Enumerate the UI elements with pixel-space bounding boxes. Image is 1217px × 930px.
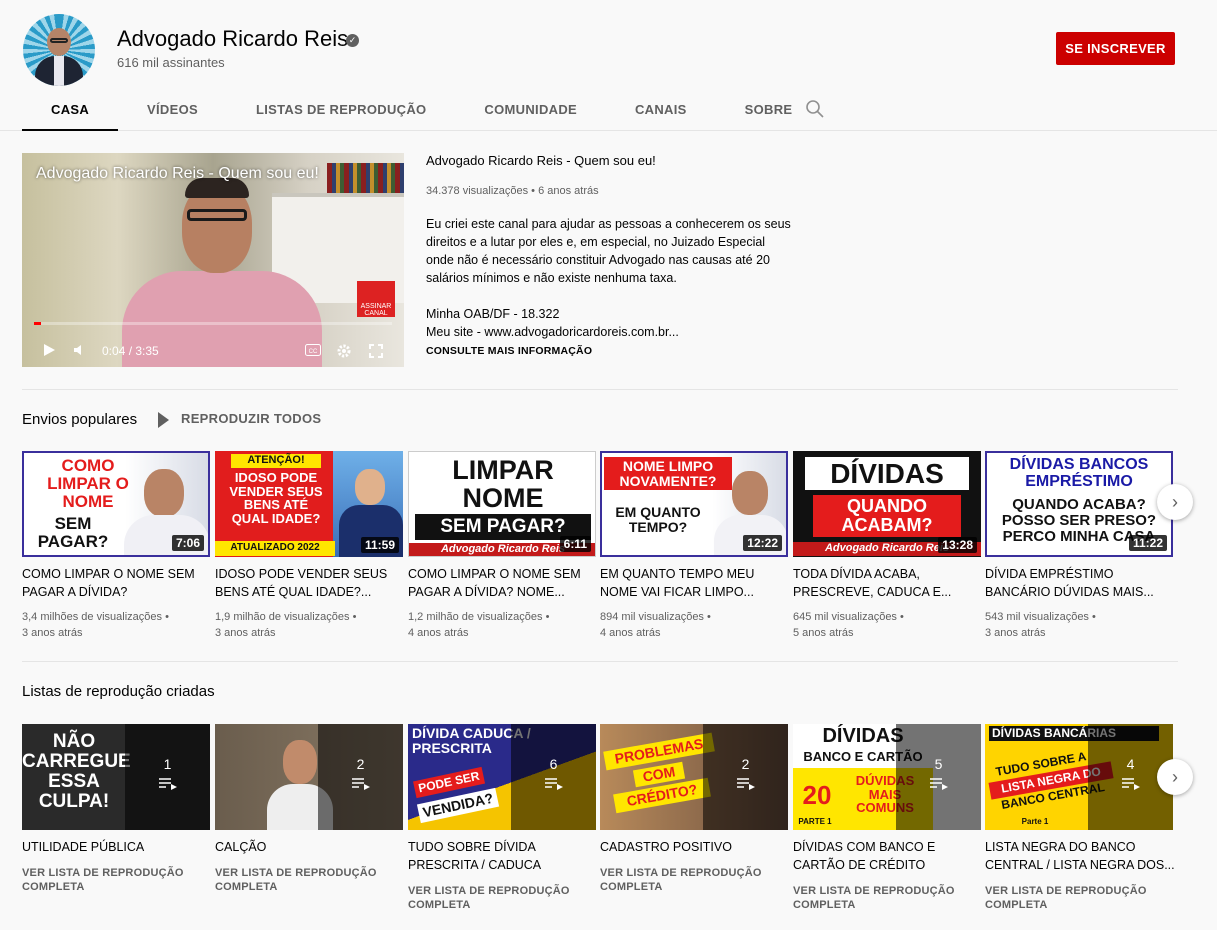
playlist-thumbnail[interactable]: DÍVIDAS BANCÁRIAS TUDO SOBRE A LISTA NEG…	[985, 724, 1173, 830]
fullscreen-icon[interactable]	[369, 344, 383, 358]
video-meta: 543 mil visualizações • 3 anos atrás	[985, 611, 1096, 639]
playlist-title[interactable]: DÍVIDAS COM BANCO E CARTÃO DE CRÉDITO	[793, 838, 983, 874]
view-full-playlist-link[interactable]: VER LISTA DE REPRODUÇÃO COMPLETA	[793, 884, 973, 912]
section-divider	[22, 389, 1178, 390]
tab-playlists[interactable]: LISTAS DE REPRODUÇÃO	[227, 88, 455, 131]
video-thumbnail[interactable]: NOME LIMPO NOVAMENTE? EM QUANTO TEMPO? 12:…	[600, 451, 788, 557]
settings-icon[interactable]	[336, 343, 352, 359]
featured-description-text: Eu criei este canal para ajudar as pesso…	[426, 217, 791, 339]
video-title[interactable]: COMO LIMPAR O NOME SEM PAGAR A DÍVIDA?	[22, 565, 202, 601]
playlist-icon	[737, 778, 755, 790]
playlist-overlay: 6	[511, 724, 596, 830]
carousel-next-button[interactable]: ›	[1157, 759, 1193, 795]
channel-avatar[interactable]	[23, 14, 95, 86]
video-thumbnail[interactable]: LIMPAR NOME SEM PAGAR? Advogado Ricardo R…	[408, 451, 596, 557]
captions-icon[interactable]: CC	[305, 344, 321, 356]
video-duration: 11:22	[1128, 535, 1167, 551]
playlist-icon	[159, 778, 177, 790]
video-meta: 645 mil visualizações • 5 anos atrás	[793, 611, 904, 639]
player-controls: 0:04 / 3:35 CC	[22, 335, 404, 367]
video-duration: 6:11	[559, 536, 591, 552]
video-meta: 894 mil visualizações • 4 anos atrás	[600, 611, 711, 639]
volume-icon[interactable]	[73, 344, 87, 356]
video-thumbnail[interactable]: DÍVIDAS QUANDO ACABAM? Advogado Ricardo R…	[793, 451, 981, 557]
video-thumbnail[interactable]: ATENÇÃO! IDOSO PODE VENDER SEUS BENS ATÉ QU…	[215, 451, 403, 557]
playlist-icon	[1122, 778, 1140, 790]
playlist-overlay: 2	[318, 724, 403, 830]
playlist-overlay: 1	[125, 724, 210, 830]
tab-canais[interactable]: CANAIS	[606, 88, 716, 131]
view-full-playlist-link[interactable]: VER LISTA DE REPRODUÇÃO COMPLETA	[600, 866, 780, 894]
view-full-playlist-link[interactable]: VER LISTA DE REPRODUÇÃO COMPLETA	[408, 884, 588, 912]
video-title[interactable]: IDOSO PODE VENDER SEUS BENS ATÉ QUAL IDA…	[215, 565, 395, 601]
video-meta: 3,4 milhões de visualizações • 3 anos atr…	[22, 611, 169, 639]
video-title[interactable]: DÍVIDA EMPRÉSTIMO BANCÁRIO DÚVIDAS MAIS.…	[985, 565, 1165, 601]
search-icon[interactable]	[805, 99, 825, 119]
playlist-overlay: 2	[703, 724, 788, 830]
popular-section-title[interactable]: Envios populares	[22, 411, 137, 428]
subscriber-count: 616 mil assinantes	[117, 55, 225, 70]
more-info-link[interactable]: CONSULTE MAIS INFORMAÇÃO	[426, 345, 592, 357]
playlist-thumbnail[interactable]: PROBLEMAS COM CRÉDITO? 2	[600, 724, 788, 830]
player-title[interactable]: Advogado Ricardo Reis - Quem sou eu!	[36, 165, 319, 183]
tab-casa[interactable]: CASA	[22, 88, 119, 131]
view-full-playlist-link[interactable]: VER LISTA DE REPRODUÇÃO COMPLETA	[22, 866, 202, 894]
video-meta: 1,2 milhão de visualizações • 4 anos atrá…	[408, 611, 550, 639]
channel-name[interactable]: Advogado Ricardo Reis	[117, 26, 348, 52]
time-display: 0:04 / 3:35	[102, 344, 159, 358]
playlist-title[interactable]: LISTA NEGRA DO BANCO CENTRAL / LISTA NEG…	[985, 838, 1175, 874]
svg-text:CC: CC	[309, 349, 318, 355]
playlist-title[interactable]: CALÇÃO	[215, 838, 405, 856]
progress-fill	[34, 322, 42, 325]
playlist-icon	[352, 778, 370, 790]
playlist-thumbnail[interactable]: 2	[215, 724, 403, 830]
video-thumbnail[interactable]: COMO LIMPAR O NOME SEM PAGAR? 7:06	[22, 451, 210, 557]
video-duration: 12:22	[743, 535, 782, 551]
playlist-thumbnail[interactable]: DÍVIDA CADUCA / PRESCRITA PODE SER VENDID…	[408, 724, 596, 830]
video-title[interactable]: EM QUANTO TEMPO MEU NOME VAI FICAR LIMPO…	[600, 565, 780, 601]
video-meta: 1,9 milhão de visualizações • 3 anos atrá…	[215, 611, 357, 639]
channel-header: Advogado Ricardo Reis ✓ 616 mil assinant…	[0, 0, 1217, 131]
playlist-title[interactable]: TUDO SOBRE DÍVIDA PRESCRITA / CADUCA	[408, 838, 598, 874]
channel-tabs: CASA VÍDEOS LISTAS DE REPRODUÇÃO COMUNID…	[22, 88, 821, 131]
carousel-next-button[interactable]: ›	[1157, 484, 1193, 520]
channel-home-content: ASSINAR CANAL Advogado Ricardo Reis - Qu…	[0, 131, 1217, 930]
video-duration: 11:59	[360, 537, 399, 553]
playlist-title[interactable]: CADASTRO POSITIVO	[600, 838, 790, 856]
progress-bar[interactable]	[34, 322, 392, 325]
playlist-icon	[930, 778, 948, 790]
playlist-icon	[545, 778, 563, 790]
video-duration: 13:28	[938, 537, 977, 553]
playlists-section-title[interactable]: Listas de reprodução criadas	[22, 683, 215, 700]
tab-videos[interactable]: VÍDEOS	[118, 88, 227, 131]
featured-title[interactable]: Advogado Ricardo Reis - Quem sou eu!	[426, 153, 806, 168]
tab-comunidade[interactable]: COMUNIDADE	[455, 88, 606, 131]
video-title[interactable]: COMO LIMPAR O NOME SEM PAGAR A DÍVIDA? N…	[408, 565, 588, 601]
play-icon[interactable]	[42, 343, 56, 357]
section-divider	[22, 661, 1178, 662]
featured-video-player[interactable]: ASSINAR CANAL Advogado Ricardo Reis - Qu…	[22, 153, 404, 367]
featured-description: Advogado Ricardo Reis - Quem sou eu! 34.…	[426, 153, 806, 357]
view-full-playlist-link[interactable]: VER LISTA DE REPRODUÇÃO COMPLETA	[215, 866, 395, 894]
video-duration: 7:06	[171, 535, 204, 551]
subscribe-button[interactable]: SE INSCREVER	[1056, 32, 1175, 65]
subscribe-sticker: ASSINAR CANAL	[357, 281, 395, 317]
featured-meta: 34.378 visualizações • 6 anos atrás	[426, 185, 599, 197]
verified-icon: ✓	[346, 34, 359, 47]
playlist-thumbnail[interactable]: NÃO CARREGUE ESSA CULPA! 1	[22, 724, 210, 830]
playlist-title[interactable]: UTILIDADE PÚBLICA	[22, 838, 212, 856]
video-thumbnail[interactable]: DÍVIDAS BANCOS EMPRÉSTIMO QUANDO ACABA? PO…	[985, 451, 1173, 557]
video-title[interactable]: TODA DÍVIDA ACABA, PRESCREVE, CADUCA E..…	[793, 565, 973, 601]
view-full-playlist-link[interactable]: VER LISTA DE REPRODUÇÃO COMPLETA	[985, 884, 1165, 912]
play-all-button[interactable]: REPRODUZIR TODOS	[158, 411, 321, 428]
playlist-overlay: 5	[896, 724, 981, 830]
playlist-thumbnail[interactable]: DÍVIDAS BANCO E CARTÃO 20 DÚVIDAS MAIS COM…	[793, 724, 981, 830]
